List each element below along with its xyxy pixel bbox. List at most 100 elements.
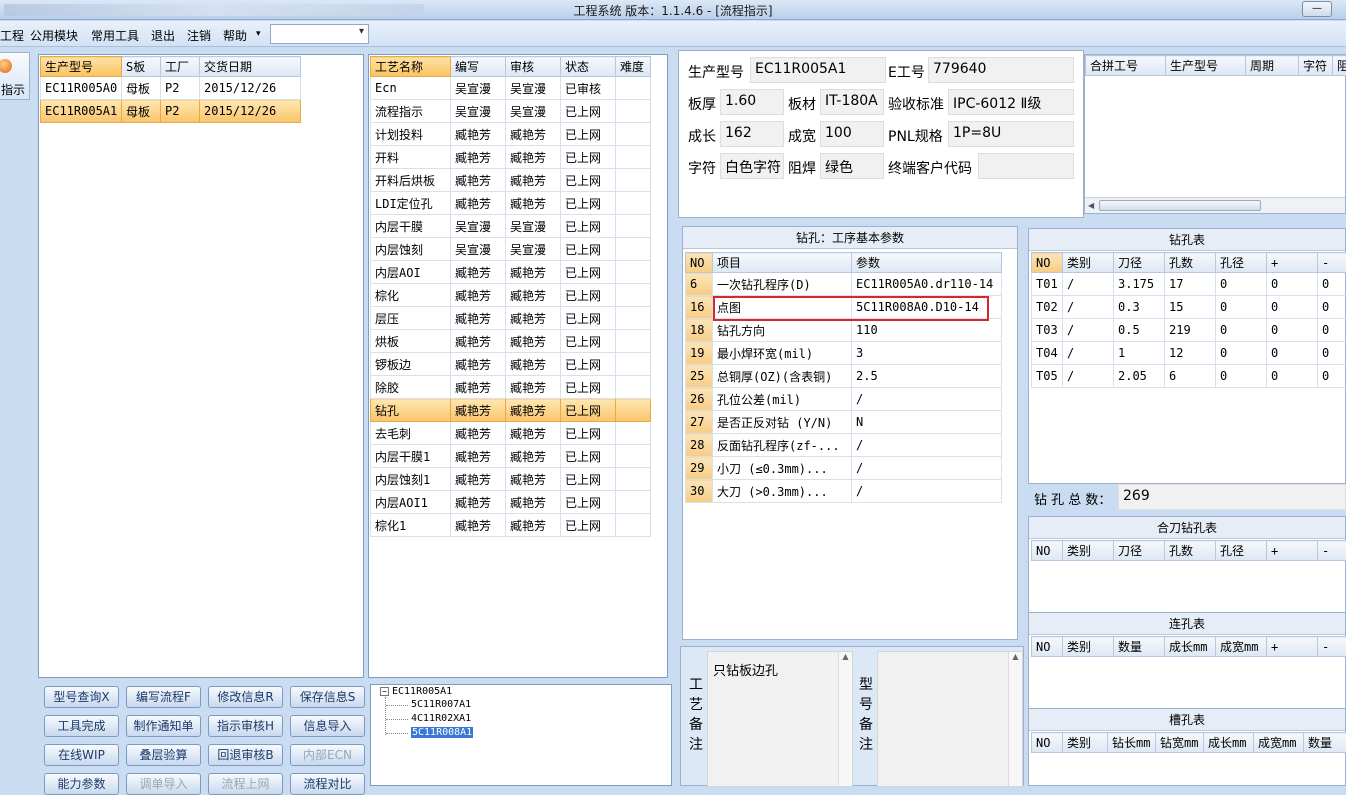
- param-row[interactable]: 19最小焊环宽(mil)3: [686, 342, 1002, 365]
- col-header-no[interactable]: NO: [686, 253, 713, 273]
- col-header-merge-model[interactable]: 生产型号: [1166, 56, 1246, 76]
- model-field[interactable]: EC11R005A1: [750, 57, 886, 83]
- menu-common-tools[interactable]: 常用工具: [91, 27, 139, 44]
- col-header-plus[interactable]: +: [1267, 637, 1318, 657]
- col-header-hole-count[interactable]: 孔数: [1165, 541, 1216, 561]
- col-header-plus[interactable]: +: [1267, 253, 1318, 273]
- mask-field[interactable]: 绿色: [820, 153, 884, 179]
- col-header-hole-diameter[interactable]: 孔径: [1216, 541, 1267, 561]
- make-notice-button[interactable]: 制作通知单: [126, 715, 201, 737]
- length-field[interactable]: 162: [720, 121, 784, 147]
- col-header-tool-diameter[interactable]: 刀径: [1114, 253, 1165, 273]
- col-header-tool-diameter[interactable]: 刀径: [1114, 541, 1165, 561]
- col-header-type[interactable]: 类别: [1063, 637, 1114, 657]
- drill-row[interactable]: T03/0.5219000: [1032, 319, 1346, 342]
- eno-field[interactable]: 779640: [928, 57, 1074, 83]
- col-header-item[interactable]: 项目: [713, 253, 852, 273]
- col-header-type[interactable]: 类别: [1063, 541, 1114, 561]
- process-row[interactable]: 锣板边臧艳芳臧艳芳已上网: [371, 353, 651, 376]
- col-header-param[interactable]: 参数: [852, 253, 1002, 273]
- process-row[interactable]: 内层蚀刻吴宣漫吴宣漫已上网: [371, 238, 651, 261]
- col-header-drill-width[interactable]: 钻宽mm: [1156, 733, 1204, 753]
- process-row[interactable]: 内层干膜吴宣漫吴宣漫已上网: [371, 215, 651, 238]
- col-header-hole-count[interactable]: 孔数: [1165, 253, 1216, 273]
- instruction-review-button[interactable]: 指示审核H: [208, 715, 283, 737]
- process-row[interactable]: 棕化臧艳芳臧艳芳已上网: [371, 284, 651, 307]
- menu-exit[interactable]: 退出: [151, 27, 175, 44]
- process-note-field[interactable]: 只钻板边孔 ▲: [707, 651, 853, 787]
- process-row[interactable]: 开料后烘板臧艳芳臧艳芳已上网: [371, 169, 651, 192]
- col-header-no[interactable]: NO: [1032, 541, 1063, 561]
- process-row[interactable]: 层压臧艳芳臧艳芳已上网: [371, 307, 651, 330]
- col-header-minus[interactable]: -: [1318, 637, 1346, 657]
- process-row[interactable]: 开料臧艳芳臧艳芳已上网: [371, 146, 651, 169]
- internal-ecn-button[interactable]: 内部ECN: [290, 744, 365, 766]
- order-import-button[interactable]: 调单导入: [126, 773, 201, 795]
- menu-common-modules[interactable]: 公用模块: [30, 27, 78, 44]
- standard-field[interactable]: IPC-6012 Ⅱ级: [948, 89, 1074, 115]
- col-header-hole-diameter[interactable]: 孔径: [1216, 253, 1267, 273]
- scroll-up-icon[interactable]: ▲: [1009, 652, 1022, 661]
- col-header-minus[interactable]: -: [1318, 253, 1346, 273]
- pnl-field[interactable]: 1P=8U: [948, 121, 1074, 147]
- col-header-finished-width[interactable]: 成宽mm: [1216, 637, 1267, 657]
- param-row[interactable]: 29小刀 (≤0.3mm).../: [686, 457, 1002, 480]
- material-field[interactable]: IT-180A: [820, 89, 884, 115]
- col-header-reviewer[interactable]: 审核: [506, 57, 561, 77]
- col-header-no[interactable]: NO: [1032, 637, 1063, 657]
- col-header-mask[interactable]: 阻: [1333, 56, 1346, 76]
- col-header-writer[interactable]: 编写: [451, 57, 506, 77]
- char-field[interactable]: 白色字符: [720, 153, 784, 179]
- col-header-no[interactable]: NO: [1032, 253, 1063, 273]
- menu-logout[interactable]: 注销: [187, 27, 211, 44]
- model-row[interactable]: EC11R005A1母板P22015/12/26: [41, 100, 301, 123]
- save-info-button[interactable]: 保存信息S: [290, 686, 365, 708]
- param-row[interactable]: 28反面钻孔程序(zf-.../: [686, 434, 1002, 457]
- tree-node[interactable]: 4C11R02XA1: [411, 713, 471, 724]
- col-header-quantity[interactable]: 数量: [1114, 637, 1165, 657]
- tree-node-selected[interactable]: 5C11R008A1: [411, 727, 473, 738]
- drill-row[interactable]: T02/0.315000: [1032, 296, 1346, 319]
- drill-row[interactable]: T01/3.17517000: [1032, 273, 1346, 296]
- thickness-field[interactable]: 1.60: [720, 89, 784, 115]
- param-row[interactable]: 27是否正反对钻 (Y/N)N: [686, 411, 1002, 434]
- revert-review-button[interactable]: 回退审核B: [208, 744, 283, 766]
- flow-upload-button[interactable]: 流程上网: [208, 773, 283, 795]
- scroll-up-icon[interactable]: ▲: [839, 652, 852, 661]
- col-header-delivery-date[interactable]: 交货日期: [200, 57, 301, 77]
- drill-row[interactable]: T05/2.056000: [1032, 365, 1346, 388]
- col-header-type[interactable]: 类别: [1063, 253, 1114, 273]
- process-row[interactable]: LDI定位孔臧艳芳臧艳芳已上网: [371, 192, 651, 215]
- col-header-finished-length[interactable]: 成长mm: [1165, 637, 1216, 657]
- drill-row[interactable]: T04/112000: [1032, 342, 1346, 365]
- process-row[interactable]: 内层蚀刻1臧艳芳臧艳芳已上网: [371, 468, 651, 491]
- param-row[interactable]: 6一次钻孔程序(D)EC11R005A0.dr110-14: [686, 273, 1002, 296]
- minimize-button[interactable]: —: [1302, 1, 1332, 17]
- flow-compare-button[interactable]: 流程对比: [290, 773, 365, 795]
- menu-help-dropdown-icon[interactable]: ▾: [256, 29, 261, 39]
- process-row[interactable]: 去毛刺臧艳芳臧艳芳已上网: [371, 422, 651, 445]
- tool-complete-button[interactable]: 工具完成: [44, 715, 119, 737]
- model-query-button[interactable]: 型号查询X: [44, 686, 119, 708]
- col-header-minus[interactable]: -: [1318, 541, 1346, 561]
- stackup-check-button[interactable]: 叠层验算: [126, 744, 201, 766]
- left-tab[interactable]: 指示: [0, 52, 30, 100]
- tree-node[interactable]: 5C11R007A1: [411, 699, 471, 710]
- col-header-char[interactable]: 字符: [1299, 56, 1333, 76]
- process-row[interactable]: 烘板臧艳芳臧艳芳已上网: [371, 330, 651, 353]
- col-header-drill-length[interactable]: 钻长mm: [1108, 733, 1156, 753]
- process-note-scrollbar[interactable]: ▲: [838, 652, 852, 786]
- process-row[interactable]: 内层AOI1臧艳芳臧艳芳已上网: [371, 491, 651, 514]
- scroll-thumb[interactable]: [1099, 200, 1261, 211]
- write-flow-button[interactable]: 编写流程F: [126, 686, 201, 708]
- col-header-type[interactable]: 类别: [1063, 733, 1108, 753]
- toolbar-combo[interactable]: [270, 24, 369, 44]
- col-header-quantity[interactable]: 数量: [1304, 733, 1346, 753]
- process-row[interactable]: 钻孔臧艳芳臧艳芳已上网: [371, 399, 651, 422]
- col-header-plus[interactable]: +: [1267, 541, 1318, 561]
- col-header-model[interactable]: 生产型号: [41, 57, 122, 77]
- process-row[interactable]: 计划投料臧艳芳臧艳芳已上网: [371, 123, 651, 146]
- param-row[interactable]: 25总铜厚(OZ)(含表铜)2.5: [686, 365, 1002, 388]
- process-row[interactable]: 内层干膜1臧艳芳臧艳芳已上网: [371, 445, 651, 468]
- modify-info-button[interactable]: 修改信息R: [208, 686, 283, 708]
